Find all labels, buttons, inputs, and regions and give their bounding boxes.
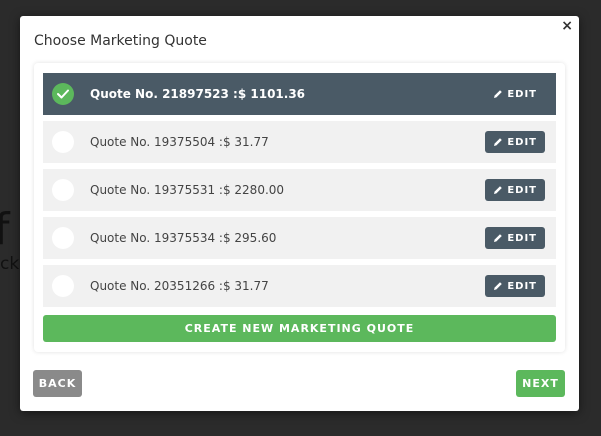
pencil-icon (494, 90, 503, 98)
pencil-icon (494, 186, 503, 194)
quote-label: Quote No. 21897523 :$ 1101.36 (90, 87, 306, 101)
quote-label: Quote No. 19375534 :$ 295.60 (90, 231, 277, 245)
pencil-icon (494, 138, 503, 146)
create-marketing-quote-button[interactable]: CREATE NEW MARKETING QUOTE (43, 315, 556, 342)
edit-label: EDIT (507, 280, 537, 292)
edit-label: EDIT (507, 232, 537, 244)
edit-label: EDIT (507, 88, 537, 100)
edit-button[interactable]: EDIT (485, 83, 545, 105)
quote-list-panel: Quote No. 21897523 :$ 1101.36 EDIT Quote… (34, 63, 565, 352)
close-icon[interactable]: × (561, 18, 573, 34)
edit-label: EDIT (507, 136, 537, 148)
background-text: ck (0, 254, 20, 274)
edit-button[interactable]: EDIT (485, 179, 545, 201)
pencil-icon (494, 234, 503, 242)
quote-row-2[interactable]: Quote No. 19375504 :$ 31.77 EDIT (43, 121, 556, 163)
quote-label: Quote No. 20351266 :$ 31.77 (90, 279, 269, 293)
radio-checked-icon[interactable] (52, 83, 74, 105)
quote-label: Quote No. 19375531 :$ 2280.00 (90, 183, 285, 197)
choose-quote-modal: × Choose Marketing Quote Quote No. 21897… (20, 16, 579, 411)
edit-button[interactable]: EDIT (485, 275, 545, 297)
edit-button[interactable]: EDIT (485, 227, 545, 249)
back-button[interactable]: BACK (33, 370, 82, 397)
radio-unchecked-icon[interactable] (52, 131, 74, 153)
quote-label: Quote No. 19375504 :$ 31.77 (90, 135, 269, 149)
radio-unchecked-icon[interactable] (52, 275, 74, 297)
quote-row-3[interactable]: Quote No. 19375531 :$ 2280.00 EDIT (43, 169, 556, 211)
modal-title: Choose Marketing Quote (34, 33, 207, 49)
next-button[interactable]: NEXT (516, 370, 565, 397)
radio-unchecked-icon[interactable] (52, 179, 74, 201)
quote-row-1[interactable]: Quote No. 21897523 :$ 1101.36 EDIT (43, 73, 556, 115)
quote-row-4[interactable]: Quote No. 19375534 :$ 295.60 EDIT (43, 217, 556, 259)
quote-row-5[interactable]: Quote No. 20351266 :$ 31.77 EDIT (43, 265, 556, 307)
edit-label: EDIT (507, 184, 537, 196)
pencil-icon (494, 282, 503, 290)
radio-unchecked-icon[interactable] (52, 227, 74, 249)
background-heading: f (0, 204, 10, 255)
check-icon (57, 89, 69, 99)
edit-button[interactable]: EDIT (485, 131, 545, 153)
